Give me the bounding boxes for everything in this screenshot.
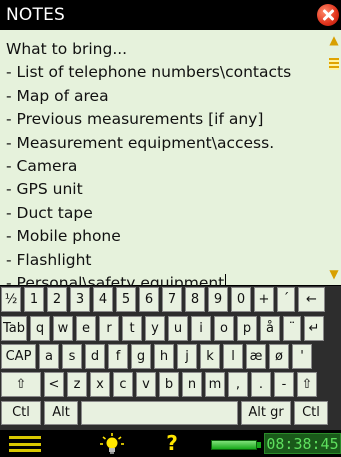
key-a[interactable]: a xyxy=(39,344,59,369)
key-r[interactable]: r xyxy=(99,316,119,341)
key-comma[interactable]: , xyxy=(228,372,248,397)
notes-textarea[interactable]: What to bring... - List of telephone numb… xyxy=(0,30,341,292)
note-line-text: - Camera xyxy=(6,156,78,175)
ctrl-key[interactable]: Ctl xyxy=(294,401,328,425)
key-u[interactable]: u xyxy=(168,316,188,341)
note-line: - Flashlight xyxy=(6,249,326,272)
key-diaeresis[interactable]: ¨ xyxy=(283,316,301,341)
note-line-text: What to bring... xyxy=(6,40,128,58)
note-line-text: - List of telephone numbers\contacts xyxy=(6,63,292,82)
key-9[interactable]: 9 xyxy=(208,287,228,312)
key-w[interactable]: w xyxy=(53,316,73,341)
note-line-text: - GPS unit xyxy=(6,180,83,199)
key-f[interactable]: f xyxy=(108,344,128,369)
alt-key[interactable]: Alt xyxy=(44,401,78,425)
enter-key[interactable]: ↵ xyxy=(304,316,324,341)
key-t[interactable]: t xyxy=(122,316,142,341)
key-hyphen[interactable]: - xyxy=(274,372,294,397)
key-k[interactable]: k xyxy=(200,344,220,369)
note-line: - GPS unit xyxy=(6,178,326,201)
key-h[interactable]: h xyxy=(154,344,174,369)
note-line: - Map of area xyxy=(6,85,326,108)
notes-text: What to bring... - List of telephone numb… xyxy=(6,38,326,295)
key-n[interactable]: n xyxy=(182,372,202,397)
note-line: - Duct tape xyxy=(6,202,326,225)
key-l[interactable]: l xyxy=(223,344,243,369)
key-s[interactable]: s xyxy=(62,344,82,369)
tab-key[interactable]: Tab xyxy=(1,316,27,341)
key-5[interactable]: 5 xyxy=(116,287,136,312)
key-3[interactable]: 3 xyxy=(70,287,90,312)
alt-gr-key[interactable]: Alt gr xyxy=(241,401,291,425)
note-line: What to bring... xyxy=(6,38,326,61)
key-m[interactable]: m xyxy=(205,372,225,397)
on-screen-keyboard: ½ 1 2 3 4 5 6 7 8 9 0 + ´ ← Tab q w e r t y u i o p å ¨ ↵ CAP a s d f g h j… xyxy=(0,286,341,430)
key-v[interactable]: v xyxy=(136,372,156,397)
scroll-up-icon[interactable]: ▲ xyxy=(328,33,340,47)
help-icon[interactable]: ? xyxy=(163,430,181,456)
battery-icon xyxy=(211,440,261,450)
key-4[interactable]: 4 xyxy=(93,287,113,312)
note-line: - Previous measurements [if any] xyxy=(6,108,326,131)
key-plus[interactable]: + xyxy=(254,287,274,312)
key-q[interactable]: q xyxy=(30,316,50,341)
note-line-text: - Duct tape xyxy=(6,203,93,222)
status-bar: ? 08:38:45 xyxy=(0,430,341,457)
caps-lock-key[interactable]: CAP xyxy=(1,344,36,369)
clock: 08:38:45 xyxy=(264,433,341,454)
key-ø[interactable]: ø xyxy=(269,344,289,369)
key-i[interactable]: i xyxy=(191,316,211,341)
key-y[interactable]: y xyxy=(145,316,165,341)
key-7[interactable]: 7 xyxy=(162,287,182,312)
key-0[interactable]: 0 xyxy=(231,287,251,312)
note-line-text: - Mobile phone xyxy=(6,227,121,246)
scrollbar[interactable]: ▲ ▼ xyxy=(327,30,341,285)
note-line: - Camera xyxy=(6,155,326,178)
note-line: - Mobile phone xyxy=(6,225,326,248)
shift-key[interactable]: ⇧ xyxy=(1,372,41,397)
key-c[interactable]: c xyxy=(113,372,133,397)
key-p[interactable]: p xyxy=(237,316,257,341)
key-x[interactable]: x xyxy=(90,372,110,397)
note-line-text: - Map of area xyxy=(6,86,109,105)
note-line: - List of telephone numbers\contacts xyxy=(6,61,326,84)
note-line-text: - Flashlight xyxy=(6,250,92,269)
backspace-key[interactable]: ← xyxy=(298,287,325,312)
window-title: NOTES xyxy=(6,5,66,25)
key-æ[interactable]: æ xyxy=(246,344,266,369)
key-apostrophe[interactable]: ' xyxy=(292,344,312,369)
key-6[interactable]: 6 xyxy=(139,287,159,312)
key-8[interactable]: 8 xyxy=(185,287,205,312)
note-line-text: - Measurement equipment\access. xyxy=(6,133,275,152)
key-o[interactable]: o xyxy=(214,316,234,341)
note-line: - Measurement equipment\access. xyxy=(6,132,326,155)
shift-key[interactable]: ⇧ xyxy=(297,372,317,397)
key-period[interactable]: . xyxy=(251,372,271,397)
key-z[interactable]: z xyxy=(67,372,87,397)
scroll-thumb[interactable] xyxy=(329,58,339,70)
scroll-down-icon[interactable]: ▼ xyxy=(328,267,340,281)
key-j[interactable]: j xyxy=(177,344,197,369)
key-å[interactable]: å xyxy=(260,316,280,341)
key-b[interactable]: b xyxy=(159,372,179,397)
key-e[interactable]: e xyxy=(76,316,96,341)
key-1[interactable]: 1 xyxy=(24,287,44,312)
light-bulb-icon[interactable] xyxy=(100,433,124,455)
space-key[interactable] xyxy=(81,401,238,425)
key-acute[interactable]: ´ xyxy=(277,287,295,312)
key-half[interactable]: ½ xyxy=(1,287,21,312)
close-icon[interactable] xyxy=(317,4,339,26)
ctrl-key[interactable]: Ctl xyxy=(1,401,41,425)
note-line-text: - Previous measurements [if any] xyxy=(6,110,264,129)
key-less-than[interactable]: < xyxy=(44,372,64,397)
key-g[interactable]: g xyxy=(131,344,151,369)
key-d[interactable]: d xyxy=(85,344,105,369)
title-bar: NOTES xyxy=(0,0,341,30)
menu-icon[interactable] xyxy=(9,436,41,452)
key-2[interactable]: 2 xyxy=(47,287,67,312)
